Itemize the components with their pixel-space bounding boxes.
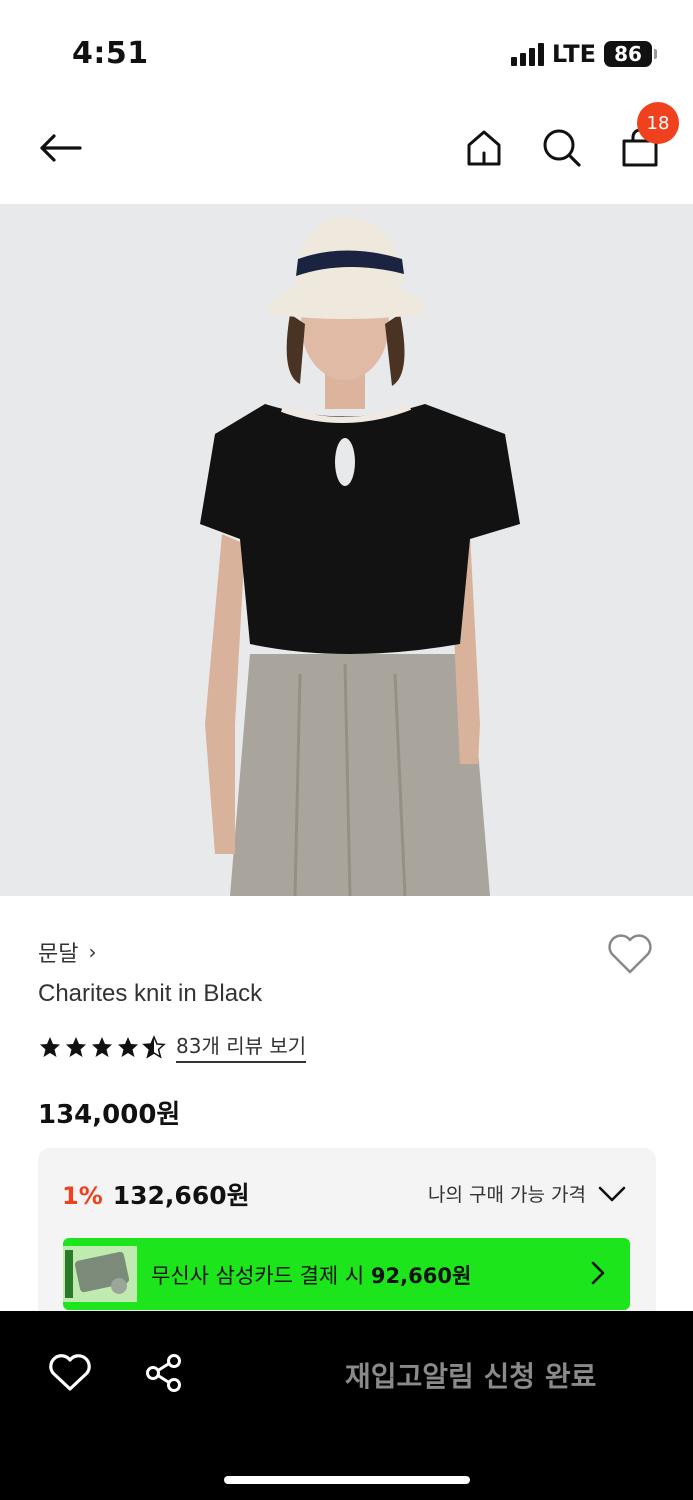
star-icon <box>118 1036 138 1057</box>
top-nav-bar <box>0 100 693 204</box>
share-icon <box>146 1354 181 1392</box>
my-price-toggle[interactable]: 나의 구매 가능 가격 <box>428 1180 626 1207</box>
brand-name: 문달 <box>38 942 79 967</box>
status-bar: 4:51 LTE 86 <box>0 0 693 100</box>
product-name: Charites knit in Black <box>38 980 263 1007</box>
bottom-action-bar: 재입고알림 신청 완료 <box>0 1311 693 1500</box>
search-icon <box>543 129 581 167</box>
model-in-black-knit-top-icon <box>0 204 693 896</box>
promo-amount: 92,660원 <box>370 1264 472 1288</box>
home-icon <box>467 130 501 166</box>
network-type: LTE <box>551 40 596 68</box>
battery-level: 86 <box>604 41 652 67</box>
star-icon <box>66 1036 86 1057</box>
card-promo-image <box>63 1246 137 1302</box>
search-button[interactable] <box>538 124 586 172</box>
cart-count-badge: 18 <box>637 102 679 144</box>
star-icon <box>92 1036 112 1057</box>
discount-price: 132,660원 <box>112 1181 250 1210</box>
half-star-icon <box>142 1034 166 1059</box>
star-rating <box>38 1034 166 1059</box>
heart-icon <box>49 1354 91 1391</box>
product-price: 134,000원 <box>38 1100 181 1130</box>
star-icon <box>40 1036 60 1057</box>
back-button[interactable] <box>32 124 88 172</box>
bottom-wishlist-button[interactable] <box>48 1353 92 1397</box>
arrow-left-icon <box>40 134 82 162</box>
review-link[interactable]: 83개 리뷰 보기 <box>176 1030 307 1063</box>
chevron-right-icon: › <box>88 940 97 964</box>
card-promo-banner[interactable]: 무신사 삼성카드 결제 시 92,660원 <box>63 1238 630 1310</box>
product-image[interactable] <box>0 204 693 896</box>
home-button[interactable] <box>460 124 508 172</box>
wishlist-button[interactable] <box>606 932 654 976</box>
battery-icon: 86 <box>604 41 657 67</box>
promo-text: 무신사 삼성카드 결제 시 92,660원 <box>151 1264 472 1288</box>
discount-rate: 1% <box>62 1182 103 1210</box>
brand-link[interactable]: 문달 › <box>38 936 96 968</box>
my-price-label: 나의 구매 가능 가격 <box>428 1184 586 1206</box>
status-time: 4:51 <box>72 36 149 71</box>
chevron-down-icon <box>598 1186 626 1201</box>
home-indicator[interactable] <box>224 1476 470 1484</box>
rating-row: 83개 리뷰 보기 <box>38 1030 307 1063</box>
chevron-right-icon <box>590 1260 606 1290</box>
discount-row: 1% 132,660원 <box>62 1176 250 1212</box>
share-button[interactable] <box>144 1353 188 1397</box>
restock-alert-button[interactable]: 재입고알림 신청 완료 <box>345 1355 596 1395</box>
status-indicators: LTE 86 <box>510 40 657 68</box>
signal-icon <box>510 42 544 66</box>
heart-icon <box>608 934 652 974</box>
